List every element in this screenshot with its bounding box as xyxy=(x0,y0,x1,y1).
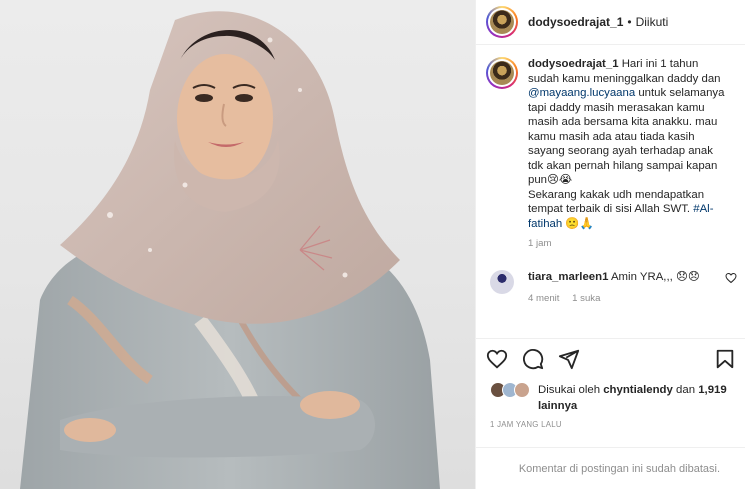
post-timestamp[interactable]: 1 JAM YANG LALU xyxy=(490,420,562,429)
comment-text: Amin YRA,,, 😞😞 xyxy=(608,270,700,283)
liker-username[interactable]: chyntialendy xyxy=(603,384,673,396)
commenter-username[interactable]: tiara_marleen1 xyxy=(528,271,608,283)
comment-body: tiara_marleen1 Amin YRA,,, 😞😞 4 menit 1 … xyxy=(528,270,728,306)
liker-avatars[interactable] xyxy=(490,382,534,398)
header-separator: • xyxy=(627,15,632,29)
caption-text-4: 🙁🙏 xyxy=(562,217,594,230)
commenter-avatar[interactable] xyxy=(490,269,514,294)
caption-avatar[interactable] xyxy=(486,57,518,89)
caption-body: dodysoedrajat_1 Hari ini 1 tahun sudah k… xyxy=(528,57,731,252)
caption-username[interactable]: dodysoedrajat_1 xyxy=(528,58,619,70)
likes-prefix: Disukai oleh xyxy=(538,384,604,396)
likes-mid: dan xyxy=(672,384,699,396)
post-caption: dodysoedrajat_1 Hari ini 1 tahun sudah k… xyxy=(476,45,745,252)
comment-time[interactable]: 4 menit xyxy=(528,293,559,304)
author-username[interactable]: dodysoedrajat_1 xyxy=(528,15,623,29)
caption-mention-link[interactable]: @mayaang.lucyaana xyxy=(528,87,635,99)
comment-like-heart-icon[interactable] xyxy=(725,272,737,284)
post-side-panel: dodysoedrajat_1 • Diikuti dodysoedrajat_… xyxy=(475,0,745,489)
post-header: dodysoedrajat_1 • Diikuti xyxy=(476,0,745,45)
caption-text-2: untuk selamanya tapi daddy masih merasak… xyxy=(528,87,725,186)
post-photo[interactable] xyxy=(0,0,475,489)
comment-likes[interactable]: 1 suka xyxy=(572,293,600,304)
comments-closed-notice: Komentar di postingan ini sudah dibatasi… xyxy=(476,447,745,489)
author-avatar[interactable] xyxy=(486,6,518,38)
liker-avatar xyxy=(514,382,530,398)
share-icon[interactable] xyxy=(558,348,580,370)
heart-icon[interactable] xyxy=(486,348,508,370)
likes-text: Disukai oleh chyntialendy dan 1,919 lain… xyxy=(538,382,728,414)
likes-summary: Disukai oleh chyntialendy dan 1,919 lain… xyxy=(490,382,728,414)
comment-meta: 4 menit 1 suka xyxy=(528,292,728,306)
bookmark-icon[interactable] xyxy=(714,348,736,370)
comment-icon[interactable] xyxy=(522,348,544,370)
photo-illustration xyxy=(20,11,440,489)
caption-time[interactable]: 1 jam xyxy=(528,237,731,252)
caption-text-3: Sekarang kakak udh mendapatkan tempat te… xyxy=(528,188,705,216)
comment-item: tiara_marleen1 Amin YRA,,, 😞😞 4 menit 1 … xyxy=(476,252,745,306)
instagram-post: dodysoedrajat_1 • Diikuti dodysoedrajat_… xyxy=(0,0,745,489)
follow-status-button[interactable]: Diikuti xyxy=(636,15,669,29)
action-bar xyxy=(476,338,745,378)
